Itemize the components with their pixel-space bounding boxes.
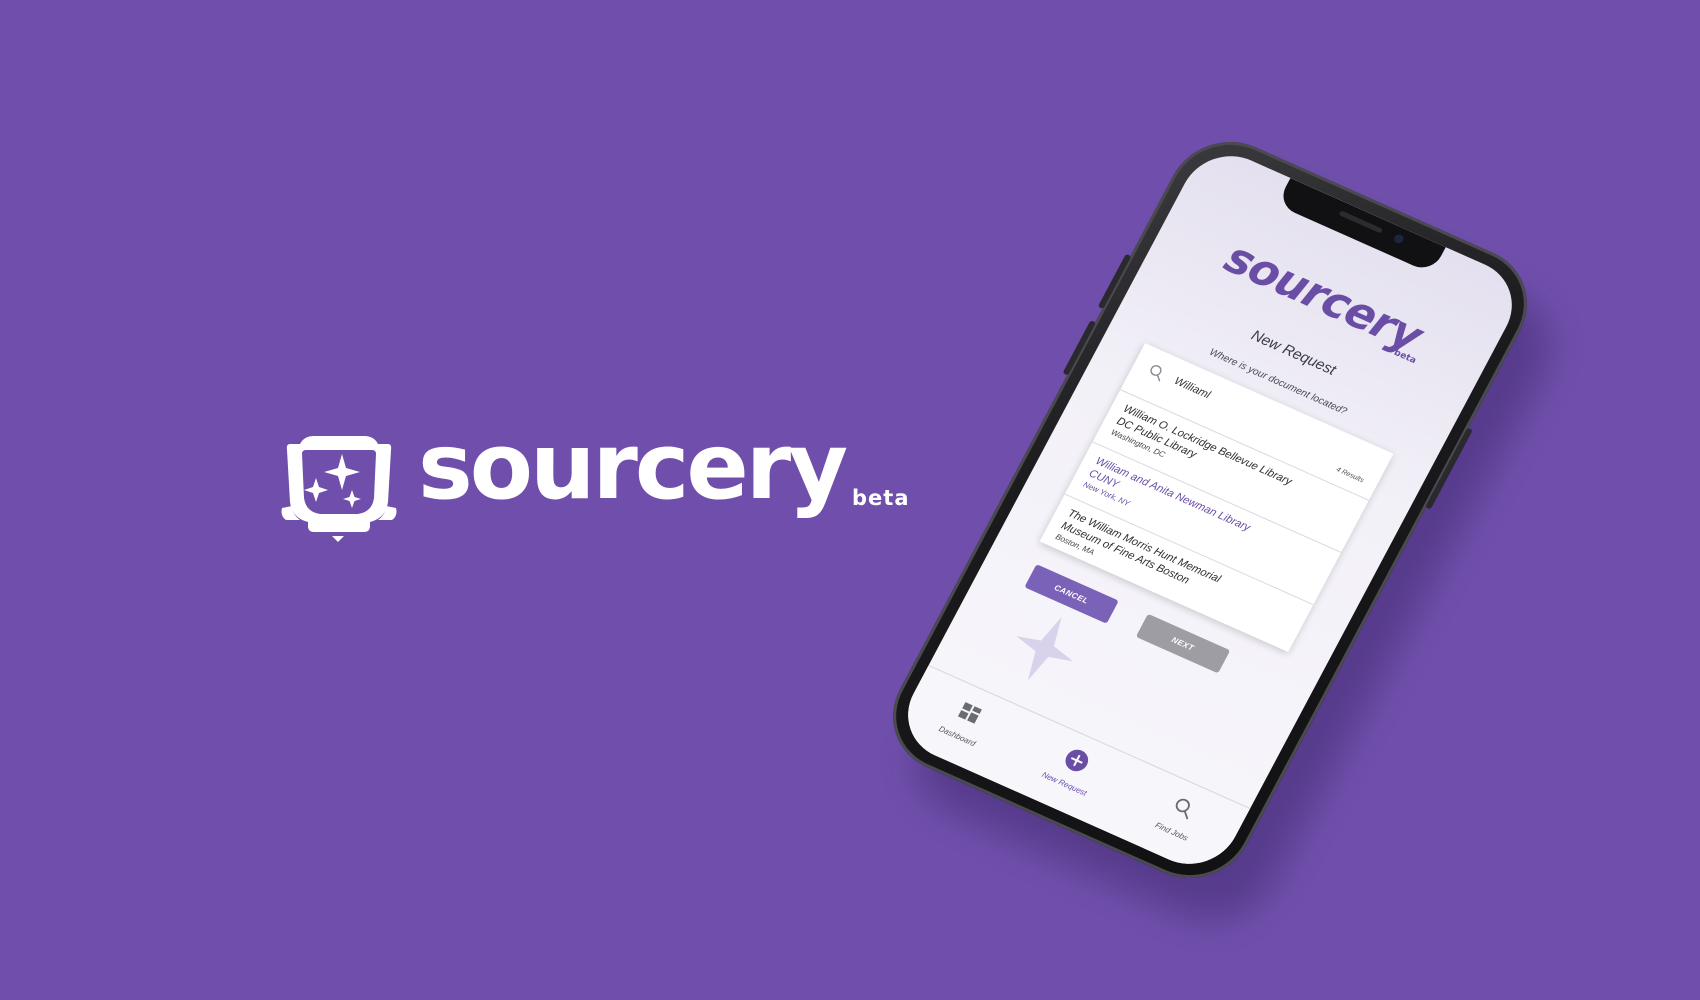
tab-label: Find Jobs [1153,820,1190,843]
tab-find-jobs[interactable]: Find Jobs [1127,779,1231,856]
tab-dashboard[interactable]: Dashboard [913,684,1017,761]
search-icon [1176,798,1191,820]
tab-new-request[interactable]: New Request [1020,732,1124,809]
plus-circle-icon [1065,749,1089,772]
phone-mockup: sourcery beta New Request Where is your … [871,122,1571,940]
search-icon [1150,365,1162,382]
hero-beta-tag: beta [852,486,910,510]
hero-logo: sourcery beta [278,412,918,542]
tab-label: Dashboard [937,724,978,749]
cauldron-sparkle-icon [281,436,397,542]
front-camera [1392,233,1406,245]
hero-wordmark: sourcery [418,413,848,520]
dashboard-icon [957,702,982,724]
results-list: William O. Lockridge Bellevue Library DC… [1037,389,1370,657]
speaker-grille [1338,210,1384,234]
sparkle-watermark-icon [1016,616,1074,681]
